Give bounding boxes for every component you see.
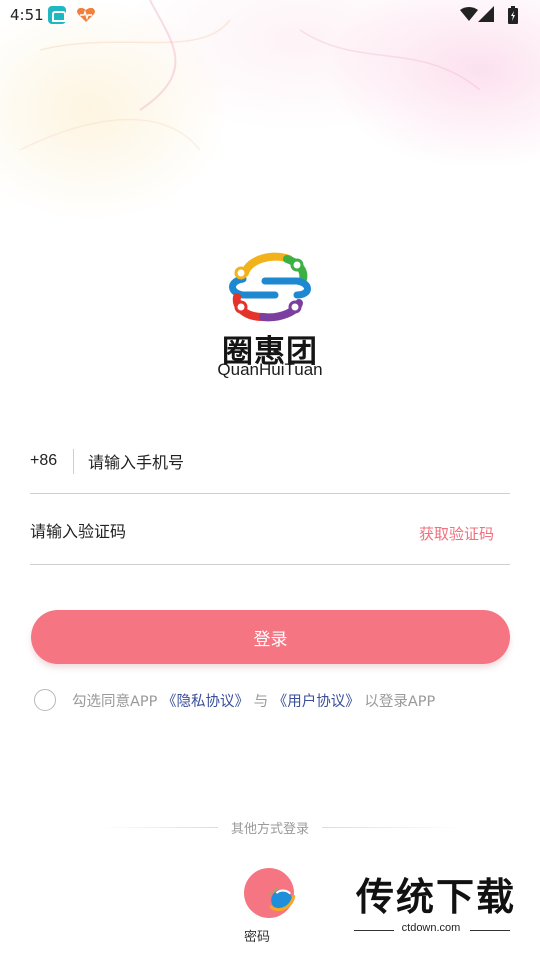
watermark-line-right <box>470 930 510 931</box>
field-divider <box>73 449 74 474</box>
agreement-row: 勾选同意APP 《隐私协议》 与 《用户协议》 以登录APP <box>34 688 514 712</box>
country-code[interactable]: +86 <box>30 452 57 470</box>
privacy-policy-link[interactable]: 《隐私协议》 <box>162 694 249 710</box>
health-app-icon <box>77 7 95 23</box>
agreement-conjunction: 与 <box>253 694 269 710</box>
agreement-suffix: 以登录APP <box>364 694 436 710</box>
status-bar: 4:51 <box>0 0 540 32</box>
get-code-button[interactable]: 获取验证码 <box>419 523 494 544</box>
agreement-checkbox[interactable] <box>34 689 56 711</box>
battery-icon <box>508 6 518 24</box>
code-field: 获取验证码 <box>30 510 510 565</box>
watermark-logo-icon <box>269 887 296 912</box>
phone-field: +86 <box>30 440 510 494</box>
quanhuituan-logo-icon <box>229 252 311 322</box>
phone-input[interactable] <box>88 446 488 478</box>
user-agreement-link[interactable]: 《用户协议》 <box>273 694 360 710</box>
agreement-prefix: 勾选同意APP <box>72 694 158 710</box>
verification-code-input[interactable] <box>30 515 390 547</box>
agreement-text: 勾选同意APP 《隐私协议》 与 《用户协议》 以登录APP <box>72 690 435 711</box>
watermark-text: 传统下载 <box>356 875 517 919</box>
status-time: 4:51 <box>10 6 44 24</box>
car-app-icon <box>48 6 66 24</box>
watermark-url: ctdown.com <box>401 922 461 934</box>
login-button[interactable]: 登录 <box>31 610 510 664</box>
brand-subtitle: QuanHuiTuan <box>217 360 323 379</box>
other-login-divider: 其他方式登录 <box>0 818 540 838</box>
wifi-icon <box>460 7 478 21</box>
signal-icon <box>478 6 494 22</box>
divider-line-right <box>322 827 462 828</box>
